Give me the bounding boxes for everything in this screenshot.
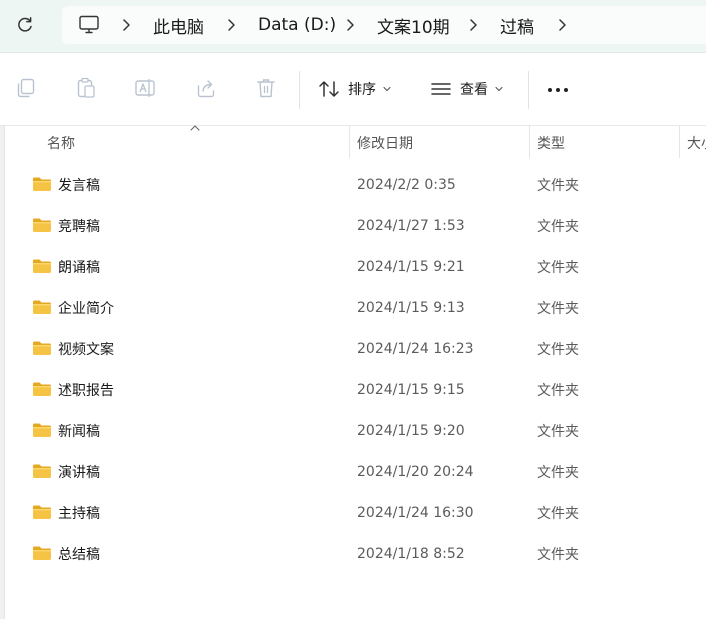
table-row[interactable]: 新闻稿 2024/1/15 9:20 文件夹	[5, 411, 706, 451]
file-type: 文件夹	[537, 301, 579, 317]
file-name[interactable]: 主持稿	[58, 493, 100, 533]
folder-icon	[33, 423, 51, 437]
file-type: 文件夹	[537, 424, 579, 440]
file-type: 文件夹	[537, 506, 579, 522]
file-modified-date: 2024/1/15 9:21	[357, 259, 465, 275]
rename-icon[interactable]	[134, 77, 156, 99]
file-modified-date: 2024/1/15 9:15	[357, 382, 465, 398]
chevron-down-icon	[383, 86, 391, 92]
file-type: 文件夹	[537, 342, 579, 358]
file-name[interactable]: 竞聘稿	[58, 206, 100, 246]
toolbar-divider	[299, 71, 300, 109]
toolbar-divider	[528, 71, 529, 109]
view-list-icon	[431, 83, 451, 95]
table-row[interactable]: 朗诵稿 2024/1/15 9:21 文件夹	[5, 247, 706, 287]
column-header-size[interactable]: 大小	[687, 126, 706, 160]
file-modified-date: 2024/1/24 16:30	[357, 505, 474, 521]
table-row[interactable]: 演讲稿 2024/1/20 20:24 文件夹	[5, 452, 706, 492]
file-name[interactable]: 演讲稿	[58, 452, 100, 492]
table-row[interactable]: 企业简介 2024/1/15 9:13 文件夹	[5, 288, 706, 328]
column-divider[interactable]	[529, 126, 530, 158]
column-divider[interactable]	[679, 126, 680, 158]
file-type: 文件夹	[537, 465, 579, 481]
chevron-down-icon	[495, 86, 503, 92]
file-modified-date: 2024/2/2 0:35	[357, 177, 456, 193]
folder-icon	[33, 300, 51, 314]
breadcrumb-item-this-pc[interactable]: 此电脑	[153, 6, 204, 44]
file-name[interactable]: 发言稿	[58, 165, 100, 205]
file-type: 文件夹	[537, 260, 579, 276]
folder-icon	[33, 382, 51, 396]
folder-icon	[33, 341, 51, 355]
chevron-right-icon[interactable]	[342, 17, 358, 33]
share-icon[interactable]	[195, 77, 217, 99]
column-header-name[interactable]: 名称	[47, 126, 75, 160]
chevron-right-icon[interactable]	[554, 17, 570, 33]
table-row[interactable]: 视频文案 2024/1/24 16:23 文件夹	[5, 329, 706, 369]
chevron-right-icon[interactable]	[223, 17, 239, 33]
file-modified-date: 2024/1/18 8:52	[357, 546, 465, 562]
file-modified-date: 2024/1/24 16:23	[357, 341, 474, 357]
file-type: 文件夹	[537, 383, 579, 399]
delete-icon[interactable]	[255, 77, 277, 99]
more-options-icon[interactable]	[544, 80, 572, 100]
file-name[interactable]: 新闻稿	[58, 411, 100, 451]
file-type: 文件夹	[537, 178, 579, 194]
folder-icon	[33, 505, 51, 519]
folder-icon	[33, 464, 51, 478]
table-row[interactable]: 发言稿 2024/2/2 0:35 文件夹	[5, 165, 706, 205]
chevron-right-icon[interactable]	[465, 17, 481, 33]
breadcrumb-item-drive[interactable]: Data (D:)	[258, 6, 336, 44]
refresh-button[interactable]	[10, 10, 40, 40]
copy-icon[interactable]	[15, 77, 37, 99]
command-bar: 排序 查看	[0, 53, 706, 126]
file-name[interactable]: 述职报告	[58, 370, 114, 410]
refresh-icon	[18, 17, 32, 32]
paste-icon[interactable]	[75, 77, 97, 99]
column-header-type[interactable]: 类型	[537, 126, 565, 160]
breadcrumb-item-folder[interactable]: 文案10期	[377, 6, 450, 44]
file-name[interactable]: 视频文案	[58, 329, 114, 369]
sort-button[interactable]: 排序	[318, 73, 391, 105]
breadcrumb-item-current[interactable]: 过稿	[500, 6, 534, 44]
table-row[interactable]: 竞聘稿 2024/1/27 1:53 文件夹	[5, 206, 706, 246]
file-name[interactable]: 企业简介	[58, 288, 114, 328]
table-row[interactable]: 主持稿 2024/1/24 16:30 文件夹	[5, 493, 706, 533]
file-modified-date: 2024/1/20 20:24	[357, 464, 474, 480]
file-type: 文件夹	[537, 547, 579, 563]
sort-label: 排序	[348, 82, 376, 98]
file-type: 文件夹	[537, 219, 579, 235]
folder-icon	[33, 259, 51, 273]
table-row[interactable]: 述职报告 2024/1/15 9:15 文件夹	[5, 370, 706, 410]
computer-icon[interactable]	[78, 15, 100, 35]
breadcrumb[interactable]: 此电脑 Data (D:) 文案10期 过稿	[62, 6, 706, 44]
file-name[interactable]: 总结稿	[58, 534, 100, 574]
view-button[interactable]: 查看	[430, 73, 503, 105]
file-modified-date: 2024/1/15 9:20	[357, 423, 465, 439]
chevron-right-icon[interactable]	[118, 17, 134, 33]
column-header-modified[interactable]: 修改日期	[357, 126, 413, 160]
file-modified-date: 2024/1/27 1:53	[357, 218, 465, 234]
file-modified-date: 2024/1/15 9:13	[357, 300, 465, 316]
sort-icon	[319, 81, 339, 97]
sort-ascending-icon	[190, 125, 200, 131]
table-row[interactable]: 总结稿 2024/1/18 8:52 文件夹	[5, 534, 706, 574]
address-bar-row: 此电脑 Data (D:) 文案10期 过稿	[0, 0, 706, 53]
file-name[interactable]: 朗诵稿	[58, 247, 100, 287]
folder-icon	[33, 177, 51, 191]
column-divider[interactable]	[349, 126, 350, 158]
folder-icon	[33, 546, 51, 560]
folder-icon	[33, 218, 51, 232]
view-label: 查看	[460, 82, 488, 98]
